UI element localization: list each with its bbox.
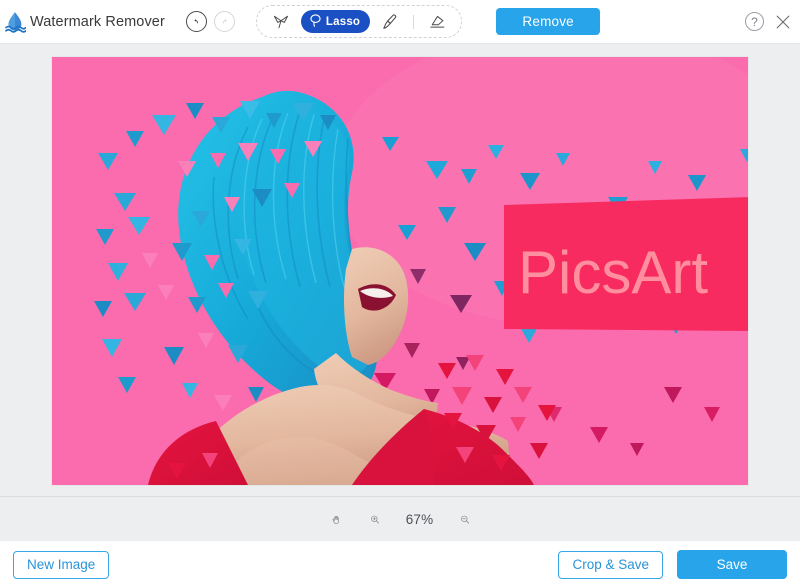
lasso-selection-overlay: PicsArt xyxy=(504,197,748,331)
app-header: Watermark Remover Lasso Remove ? xyxy=(0,0,800,44)
help-button[interactable]: ? xyxy=(745,12,764,31)
remove-button[interactable]: Remove xyxy=(496,8,601,35)
eraser-icon xyxy=(430,15,445,28)
page-title: Watermark Remover xyxy=(30,13,165,30)
tool-divider xyxy=(413,14,415,29)
close-button[interactable] xyxy=(773,12,793,32)
undo-arrow-icon xyxy=(194,19,198,24)
new-image-button[interactable]: New Image xyxy=(13,550,110,579)
redo-arrow-icon xyxy=(222,19,227,24)
redo-button[interactable] xyxy=(213,11,235,32)
undo-button[interactable] xyxy=(185,11,207,32)
close-x-icon xyxy=(776,15,790,28)
crop-and-save-button[interactable]: Crop & Save xyxy=(558,550,663,579)
eraser-tool-button[interactable] xyxy=(422,9,452,34)
svg-text:PicsArt: PicsArt xyxy=(518,239,708,306)
hand-tool-button[interactable] xyxy=(325,508,347,530)
brand: Watermark Remover xyxy=(0,10,165,34)
editor-canvas[interactable]: PicsArt xyxy=(0,44,800,496)
footer-actions: Crop & Save Save xyxy=(558,550,787,579)
brush-tool-button[interactable] xyxy=(375,9,405,34)
history-controls xyxy=(185,11,235,32)
zoom-level-label: 67% xyxy=(405,511,434,527)
hand-tool-icon xyxy=(332,515,339,524)
watermark-remover-window: Watermark Remover Lasso Remove ? PicsArt… xyxy=(0,0,800,588)
magic-wand-tool-button[interactable] xyxy=(266,9,296,34)
zoom-toolbar: 67% xyxy=(0,496,800,541)
lasso-tool-button[interactable]: Lasso xyxy=(300,10,371,33)
zoom-out-icon xyxy=(460,515,469,523)
photo-image[interactable]: PicsArt xyxy=(52,57,748,485)
tool-palette: Lasso xyxy=(255,5,463,38)
lasso-tool-label: Lasso xyxy=(325,15,361,28)
zoom-out-button[interactable] xyxy=(454,508,476,530)
water-drop-icon xyxy=(4,10,27,34)
header-right-controls: ? xyxy=(745,0,793,43)
save-button[interactable]: Save xyxy=(677,550,787,579)
brush-icon xyxy=(383,13,397,29)
lasso-icon xyxy=(309,13,322,31)
zoom-in-icon xyxy=(370,515,379,523)
magic-wand-icon xyxy=(273,15,288,28)
zoom-in-button[interactable] xyxy=(364,508,386,530)
app-footer: New Image Crop & Save Save xyxy=(0,541,800,588)
